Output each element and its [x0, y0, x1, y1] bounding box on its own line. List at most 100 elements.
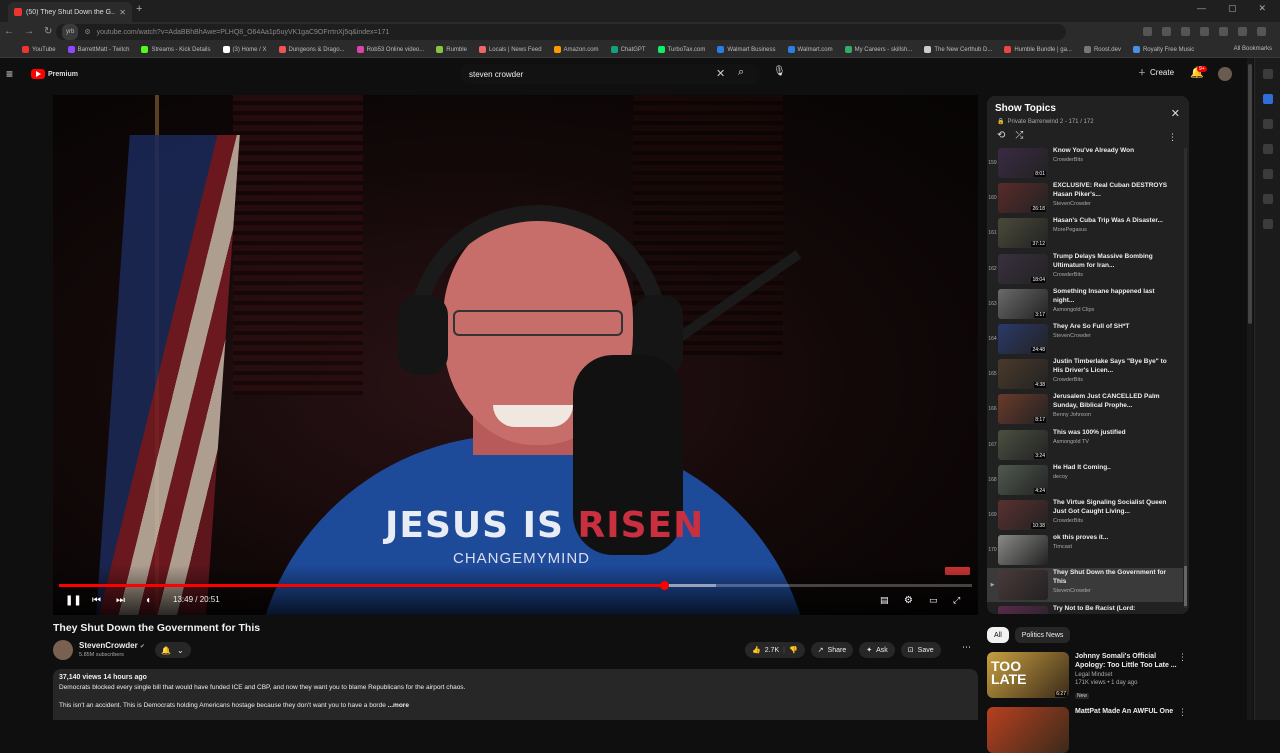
settings-gear-icon[interactable]: ⚙ — [904, 595, 913, 606]
side-panel-icon[interactable] — [1262, 169, 1273, 179]
side-panel-icon[interactable] — [1262, 69, 1273, 79]
bookmark-item[interactable]: My Careers - skillsh... — [844, 46, 912, 53]
playlist-thumbnail[interactable]: 24:48 — [998, 324, 1048, 354]
playlist-more-icon[interactable]: ⋮ — [1168, 132, 1177, 143]
extension-icon[interactable] — [1181, 27, 1190, 36]
playlist-video-title[interactable]: Hasan's Cuba Trip Was A Disaster... — [1053, 216, 1177, 225]
playlist-video-title[interactable]: He Had It Coming.. — [1053, 463, 1177, 472]
playlist-title[interactable]: Show Topics — [995, 103, 1056, 114]
fullscreen-icon[interactable]: ⤢ — [953, 595, 960, 606]
playlist-video-title[interactable]: Justin Timberlake Says "Bye Bye" to His … — [1053, 357, 1177, 375]
recommended-title[interactable]: Johnny Somali's Official Apology: Too Li… — [1075, 652, 1179, 670]
more-options-icon[interactable]: ⋮ — [1178, 652, 1187, 663]
playlist-item-current[interactable]: ▶ They Shut Down the Government for This S… — [987, 568, 1183, 603]
side-panel-icon[interactable] — [1262, 94, 1273, 104]
bookmark-item[interactable]: Locals | News Feed — [478, 46, 542, 53]
theater-mode-icon[interactable]: ▭ — [929, 595, 938, 606]
side-panel-icon[interactable] — [1262, 144, 1273, 154]
playlist-item[interactable]: 170 ok this proves it... Timcast — [987, 533, 1183, 567]
playlist-video-title[interactable]: The Virtue Signaling Socialist Queen Jus… — [1053, 498, 1177, 516]
thumbs-up-icon[interactable]: 👍 — [752, 646, 761, 654]
url-text[interactable]: youtube.com/watch?v=AdaBBhBhAwe=PLHQ8_O6… — [97, 29, 390, 36]
playlist-thumbnail[interactable] — [998, 570, 1048, 601]
create-button[interactable]: ＋ Create — [1138, 67, 1174, 78]
new-tab-button[interactable]: + — [136, 3, 142, 15]
extension-icon[interactable] — [1257, 27, 1266, 36]
bookmark-item[interactable]: Amazon.com — [553, 46, 599, 53]
extension-icon[interactable] — [1162, 27, 1171, 36]
clear-search-icon[interactable]: ✕ — [716, 67, 725, 80]
forward-icon[interactable]: → — [24, 26, 34, 37]
like-dislike-button[interactable]: 👍 2.7K | 👎 — [745, 642, 805, 658]
back-icon[interactable]: ← — [4, 26, 14, 37]
recommended-thumbnail[interactable]: TOO LATE 6:27 — [987, 652, 1069, 698]
subscribed-button[interactable]: 🔔 ⌄ — [155, 642, 191, 658]
hamburger-menu-icon[interactable]: ≡ — [6, 68, 16, 80]
maximize-icon[interactable]: ▢ — [1228, 3, 1237, 14]
recommended-video[interactable]: TOO LATE 6:27 Johnny Somali's Official Apo… — [987, 652, 1187, 700]
ask-button[interactable]: ✦ Ask — [859, 642, 895, 658]
more-actions-icon[interactable]: ⋯ — [962, 642, 971, 653]
playlist-item[interactable]: 165 4:38 Justin Timberlake Says "Bye Bye" … — [987, 357, 1183, 391]
bookmark-item[interactable]: TurboTax.com — [657, 46, 705, 53]
bookmark-item[interactable]: Royalty Free Music — [1132, 46, 1194, 53]
close-playlist-icon[interactable]: ✕ — [1171, 107, 1180, 120]
recommended-video[interactable]: MattPat Made An AWFUL One ⋮ — [987, 707, 1187, 753]
playlist-video-title[interactable]: EXCLUSIVE: Real Cuban DESTROYS Hasan Pik… — [1053, 181, 1177, 199]
playlist-thumbnail[interactable]: 18:04 — [998, 253, 1048, 284]
side-panel-icon[interactable] — [1262, 119, 1273, 129]
bookmark-item[interactable]: Rob53 Online video... — [356, 46, 424, 53]
bookmark-item[interactable]: Humble Bundle | ga... — [1004, 46, 1072, 53]
close-tab-icon[interactable]: ✕ — [119, 8, 126, 17]
playlist-video-title[interactable]: They Shut Down the Government for This — [1053, 568, 1177, 586]
playlist-item[interactable]: 166 8:17 Jerusalem Just CANCELLED Palm Sun… — [987, 392, 1183, 426]
bookmark-item[interactable]: ChatGPT — [610, 46, 646, 53]
shuffle-icon[interactable]: ⤮ — [1015, 130, 1023, 141]
share-button[interactable]: ↗ Share — [810, 642, 854, 658]
playlist-video-title[interactable]: This was 100% justified — [1053, 428, 1177, 437]
channel-avatar[interactable] — [53, 640, 73, 660]
bookmark-item[interactable]: Roost.dev — [1083, 46, 1121, 53]
playlist-item[interactable]: 161 37:12 Hasan's Cuba Trip Was A Disaster… — [987, 216, 1183, 250]
progress-bar[interactable] — [59, 581, 972, 590]
volume-icon[interactable]: ◖ — [145, 595, 151, 606]
playlist-scrollbar-thumb[interactable] — [1184, 566, 1187, 606]
more-options-icon[interactable]: ⋮ — [1178, 707, 1187, 718]
playlist-item[interactable]: 168 4:24 He Had It Coming.. decoy — [987, 463, 1183, 497]
extension-icon[interactable] — [1238, 27, 1247, 36]
playlist-thumbnail[interactable]: 10:38 — [998, 500, 1048, 530]
extension-icon[interactable] — [1143, 27, 1152, 36]
playlist-thumbnail[interactable]: 21:43 — [998, 605, 1048, 614]
save-button[interactable]: ⊡ Save — [900, 642, 941, 658]
playlist-thumbnail[interactable]: 3:24 — [998, 429, 1048, 460]
playlist-item[interactable]: 17221:43 Try Not to Be Racist (Lord: IMPO… — [987, 604, 1183, 614]
bookmark-item[interactable]: Walmart.com — [787, 46, 833, 53]
playlist-video-title[interactable]: Know You've Already Won — [1053, 146, 1177, 155]
playlist-thumbnail[interactable]: 8:01 — [998, 148, 1048, 178]
side-panel-icon[interactable] — [1262, 219, 1273, 229]
pause-icon[interactable]: ❚❚ — [65, 595, 82, 606]
playlist-thumbnail[interactable]: 8:17 — [998, 394, 1048, 425]
filter-chip[interactable]: Politics News — [1014, 627, 1071, 643]
playlist-video-title[interactable]: ok this proves it... — [1053, 533, 1177, 542]
extension-icon[interactable] — [1200, 27, 1209, 36]
bookmark-item[interactable]: (3) Home / X — [222, 46, 267, 53]
playlist-video-title[interactable]: Jerusalem Just CANCELLED Palm Sunday, Bi… — [1053, 392, 1177, 410]
playlist-item[interactable]: 167 3:24 This was 100% justified Asmongold … — [987, 428, 1183, 462]
bookmark-item[interactable]: YouTube — [22, 46, 56, 53]
playlist-item[interactable]: 159 8:01 Know You've Already Won CrowderBit… — [987, 146, 1183, 180]
video-description[interactable]: 37,140 views 14 hours ago Democrats bloc… — [53, 669, 978, 720]
playlist-thumbnail[interactable]: 4:38 — [998, 359, 1048, 390]
playlist-thumbnail[interactable]: 37:12 — [998, 218, 1048, 249]
next-icon[interactable]: ⏭ — [116, 595, 125, 606]
extension-icon[interactable] — [1219, 27, 1228, 36]
side-panel-icon[interactable] — [1262, 194, 1273, 204]
playlist-thumbnail[interactable]: 26:18 — [998, 183, 1048, 214]
playlist-video-title[interactable]: Trump Delays Massive Bombing Ultimatum f… — [1053, 252, 1177, 270]
profile-chip[interactable]: yrb — [62, 24, 79, 40]
playlist-video-title[interactable]: Something Insane happened last night... — [1053, 287, 1177, 305]
bookmark-item[interactable]: Rumble — [436, 46, 467, 53]
all-bookmarks-button[interactable]: All Bookmarks — [1234, 46, 1272, 52]
page-scrollbar-thumb[interactable] — [1248, 64, 1252, 324]
site-info-icon[interactable]: ⚙ — [84, 28, 90, 36]
